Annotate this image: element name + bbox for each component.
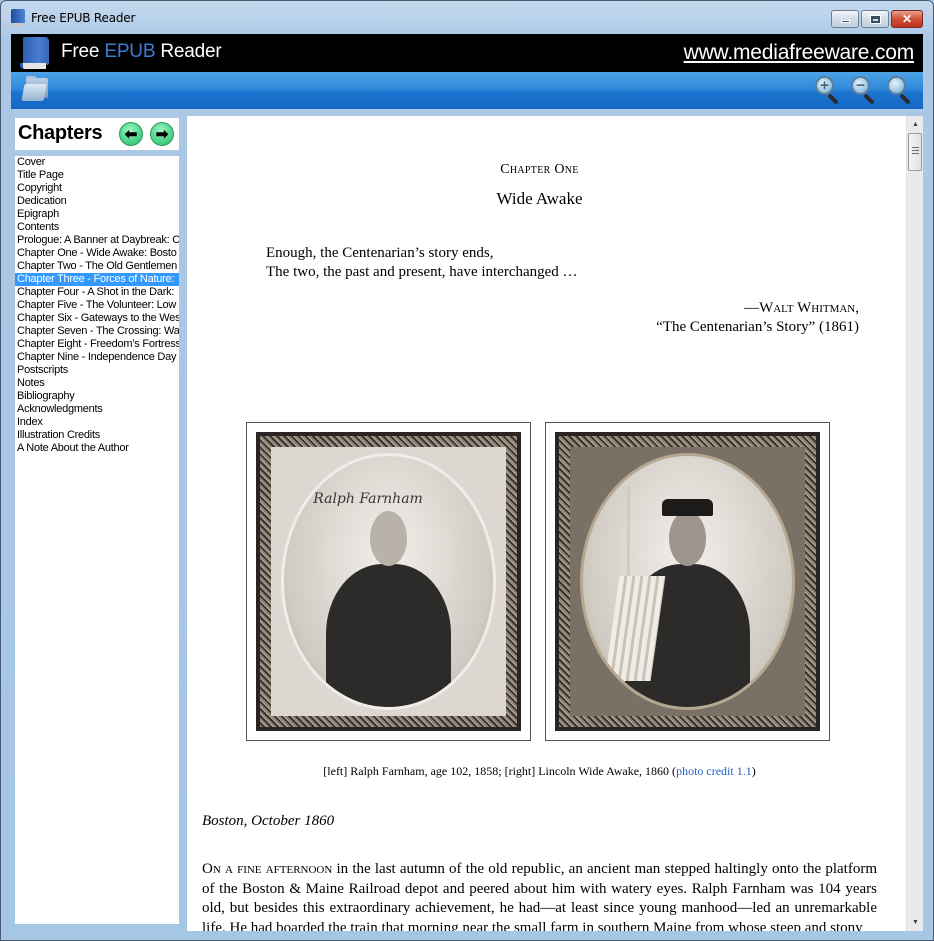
epigraph-line: The two, the past and present, have inte… — [266, 264, 578, 280]
chapter-label: Chapter One — [500, 162, 579, 177]
chapters-title: Chapters — [18, 122, 103, 144]
chapter-item[interactable]: Chapter One - Wide Awake: Bosto — [15, 247, 179, 260]
chapter-item[interactable]: Illustration Credits — [15, 429, 179, 442]
zoom-reset-icon — [887, 76, 906, 95]
minimize-button[interactable] — [831, 10, 859, 28]
chapter-item[interactable]: Chapter Three - Forces of Nature: — [15, 273, 179, 286]
reader-pane[interactable]: Chapter One Wide Awake Enough, the Cente… — [187, 116, 923, 931]
previous-chapter-button[interactable]: ⬅ — [119, 122, 143, 146]
scroll-down-button[interactable]: ▼ — [907, 914, 923, 931]
chapter-item[interactable]: Postscripts — [15, 364, 179, 377]
lead-in: On a fine afternoon — [202, 861, 333, 877]
chapter-item[interactable]: Chapter Six - Gateways to the Wes — [15, 312, 179, 325]
close-button[interactable]: ✕ — [891, 10, 923, 28]
triangle-down-icon: ▼ — [912, 919, 919, 926]
chapter-item[interactable]: Chapter Eight - Freedom’s Fortress — [15, 338, 179, 351]
chapter-item[interactable]: Acknowledgments — [15, 403, 179, 416]
zoom-out-icon: − — [856, 77, 865, 94]
brand-header: Free EPUB Reader www.mediafreeware.com — [11, 34, 923, 72]
vertical-scrollbar[interactable]: ▲ ▼ — [906, 116, 923, 931]
epigraph-line: Enough, the Centenarian’s story ends, — [266, 245, 494, 261]
zoom-controls: + − — [815, 76, 913, 105]
chapter-item[interactable]: Epigraph — [15, 208, 179, 221]
figure-caption: [left] Ralph Farnham, age 102, 1858; [ri… — [202, 764, 877, 779]
chapter-list[interactable]: Cover Title Page Copyright Dedication Epigra… — [15, 156, 179, 924]
grip-icon — [912, 147, 919, 156]
chapter-item[interactable]: Chapter Four - A Shot in the Dark: — [15, 286, 179, 299]
photo-ralph-farnham: Ralph Farnham — [246, 422, 531, 741]
attribution-work: “The Centenarian’s Story” (1861) — [656, 319, 859, 335]
chapter-item[interactable]: Chapter Two - The Old Gentlemen — [15, 260, 179, 273]
brand-title-accent: EPUB — [104, 41, 156, 62]
zoom-in-button[interactable]: + — [815, 76, 841, 105]
chapter-title: Wide Awake — [496, 189, 583, 208]
chapter-item[interactable]: Bibliography — [15, 390, 179, 403]
website-link[interactable]: www.mediafreeware.com — [684, 41, 915, 65]
chapter-item[interactable]: Prologue: A Banner at Daybreak: C — [15, 234, 179, 247]
chapter-item[interactable]: Contents — [15, 221, 179, 234]
chapter-item[interactable]: Notes — [15, 377, 179, 390]
brand-title: Free EPUB Reader — [61, 41, 222, 63]
minimize-icon — [840, 20, 850, 23]
close-icon: ✕ — [901, 12, 913, 26]
chapter-item[interactable]: Chapter Nine - Independence Day — [15, 351, 179, 364]
scroll-up-button[interactable]: ▲ — [907, 116, 923, 133]
app-book-icon — [11, 9, 25, 26]
chapter-item[interactable]: Copyright — [15, 182, 179, 195]
title-bar[interactable]: Free EPUB Reader ✕ — [1, 1, 933, 34]
zoom-in-icon: + — [820, 77, 829, 94]
arrow-left-icon: ⬅ — [124, 125, 138, 143]
chapter-item[interactable]: Cover — [15, 156, 179, 169]
zoom-reset-button[interactable] — [887, 76, 913, 105]
epigraph: Enough, the Centenarian’s story ends, Th… — [266, 244, 578, 282]
chapter-item[interactable]: Chapter Seven - The Crossing: Wa — [15, 325, 179, 338]
next-chapter-button[interactable]: ➡ — [150, 122, 174, 146]
photo-inscription: Ralph Farnham — [313, 491, 423, 508]
arrow-right-icon: ➡ — [155, 125, 169, 143]
triangle-up-icon: ▲ — [912, 121, 919, 128]
photo-lincoln-wide-awake — [545, 422, 830, 741]
brand-title-prefix: Free — [61, 41, 105, 62]
body-paragraph: On a fine afternoon in the last autumn o… — [202, 860, 877, 931]
dateline: Boston, October 1860 — [202, 813, 335, 829]
zoom-out-button[interactable]: − — [851, 76, 877, 105]
epigraph-attribution: —Walt Whitman, “The Centenarian’s Story”… — [656, 299, 859, 337]
caption-text: [left] Ralph Farnham, age 102, 1858; [ri… — [323, 764, 677, 778]
chapter-item[interactable]: A Note About the Author — [15, 442, 179, 455]
window-controls: ✕ — [831, 10, 923, 28]
chapters-header: Chapters ⬅ ➡ — [15, 118, 179, 150]
maximize-button[interactable] — [861, 10, 889, 28]
app-window: Free EPUB Reader ✕ Free EPUB Reader www.… — [0, 0, 934, 941]
open-file-button[interactable] — [21, 76, 49, 102]
chapter-item[interactable]: Chapter Five - The Volunteer: Low — [15, 299, 179, 312]
brand-title-suffix: Reader — [155, 41, 222, 62]
maximize-icon — [869, 14, 881, 24]
chapter-item[interactable]: Title Page — [15, 169, 179, 182]
folder-icon — [21, 84, 47, 101]
window-title: Free EPUB Reader — [31, 11, 136, 25]
photo-credit-link[interactable]: photo credit 1.1 — [676, 764, 752, 778]
attribution-author: —Walt Whitman, — [744, 300, 859, 316]
chapter-item[interactable]: Index — [15, 416, 179, 429]
book-logo-icon — [20, 37, 49, 70]
toolbar: + − — [11, 72, 923, 109]
scroll-thumb[interactable] — [908, 133, 922, 171]
caption-close: ) — [751, 764, 756, 778]
chapter-item[interactable]: Dedication — [15, 195, 179, 208]
